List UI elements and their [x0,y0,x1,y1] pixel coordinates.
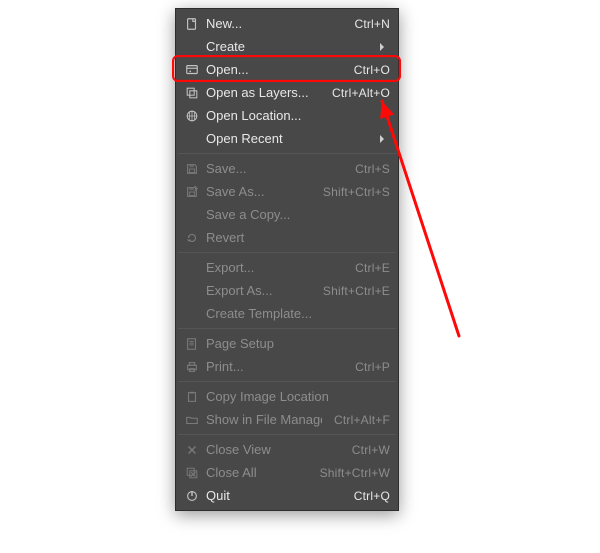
menu-item-label: Print... [202,359,343,374]
menu-item-save: Save...Ctrl+S [176,157,398,180]
revert-icon [182,230,202,246]
clipboard-icon [182,389,202,405]
menu-item-label: Open Recent [202,131,378,146]
menu-item-label: Save a Copy... [202,207,390,222]
menu-item-shortcut: Ctrl+Alt+F [322,413,390,427]
menu-item-shortcut: Ctrl+Alt+O [320,86,390,100]
menu-item-label: Open Location... [202,108,390,123]
menu-item-label: Page Setup [202,336,390,351]
menu-item-label: New... [202,16,342,31]
menu-item-shortcut: Ctrl+W [340,443,390,457]
menu-item-label: Create [202,39,378,54]
quit-icon [182,488,202,504]
menu-separator [178,252,396,253]
menu-item-new[interactable]: New...Ctrl+N [176,12,398,35]
menu-item-show-in-file-manager: Show in File ManagerCtrl+Alt+F [176,408,398,431]
menu-item-shortcut: Shift+Ctrl+S [311,185,390,199]
menu-item-create-template: Create Template... [176,302,398,325]
menu-item-shortcut: Shift+Ctrl+W [308,466,390,480]
file-context-menu[interactable]: New...Ctrl+NCreateOpen...Ctrl+OOpen as L… [175,8,399,511]
menu-item-shortcut: Ctrl+E [343,261,390,275]
print-icon [182,359,202,375]
menu-item-create[interactable]: Create [176,35,398,58]
menu-item-print: Print...Ctrl+P [176,355,398,378]
menu-item-page-setup: Page Setup [176,332,398,355]
menu-item-label: Copy Image Location [202,389,390,404]
menu-item-save-a-copy: Save a Copy... [176,203,398,226]
menu-separator [178,381,396,382]
menu-item-revert: Revert [176,226,398,249]
menu-item-open-recent[interactable]: Open Recent [176,127,398,150]
menu-item-quit[interactable]: QuitCtrl+Q [176,484,398,507]
blank-icon [182,260,202,276]
menu-item-label: Close View [202,442,340,457]
menu-item-label: Show in File Manager [202,412,322,427]
menu-item-open-location[interactable]: Open Location... [176,104,398,127]
blank-icon [182,283,202,299]
menu-item-shortcut: Shift+Ctrl+E [311,284,390,298]
chevron-right-icon [378,135,390,143]
globe-icon [182,108,202,124]
menu-item-label: Save... [202,161,343,176]
menu-item-label: Export As... [202,283,311,298]
menu-item-close-view: Close ViewCtrl+W [176,438,398,461]
chevron-right-icon [378,43,390,51]
menu-item-label: Create Template... [202,306,390,321]
save-as-icon [182,184,202,200]
menu-item-label: Close All [202,465,308,480]
blank-icon [182,207,202,223]
menu-item-label: Quit [202,488,342,503]
layers-icon [182,85,202,101]
menu-item-shortcut: Ctrl+O [342,63,390,77]
blank-icon [182,39,202,55]
folder-icon [182,412,202,428]
menu-item-shortcut: Ctrl+Q [342,489,390,503]
menu-item-label: Revert [202,230,390,245]
menu-item-open-as-layers[interactable]: Open as Layers...Ctrl+Alt+O [176,81,398,104]
menu-item-shortcut: Ctrl+N [342,17,390,31]
close-icon [182,442,202,458]
menu-item-close-all: Close AllShift+Ctrl+W [176,461,398,484]
menu-item-label: Open as Layers... [202,85,320,100]
menu-item-shortcut: Ctrl+S [343,162,390,176]
menu-separator [178,153,396,154]
menu-item-open[interactable]: Open...Ctrl+O [176,58,398,81]
menu-item-label: Save As... [202,184,311,199]
menu-separator [178,434,396,435]
menu-item-copy-image-location: Copy Image Location [176,385,398,408]
save-icon [182,161,202,177]
menu-item-save-as: Save As...Shift+Ctrl+S [176,180,398,203]
close-all-icon [182,465,202,481]
new-icon [182,16,202,32]
open-icon [182,62,202,78]
menu-item-label: Open... [202,62,342,77]
blank-icon [182,306,202,322]
menu-item-export: Export...Ctrl+E [176,256,398,279]
menu-item-export-as: Export As...Shift+Ctrl+E [176,279,398,302]
menu-item-label: Export... [202,260,343,275]
blank-icon [182,131,202,147]
page-setup-icon [182,336,202,352]
menu-item-shortcut: Ctrl+P [343,360,390,374]
menu-separator [178,328,396,329]
